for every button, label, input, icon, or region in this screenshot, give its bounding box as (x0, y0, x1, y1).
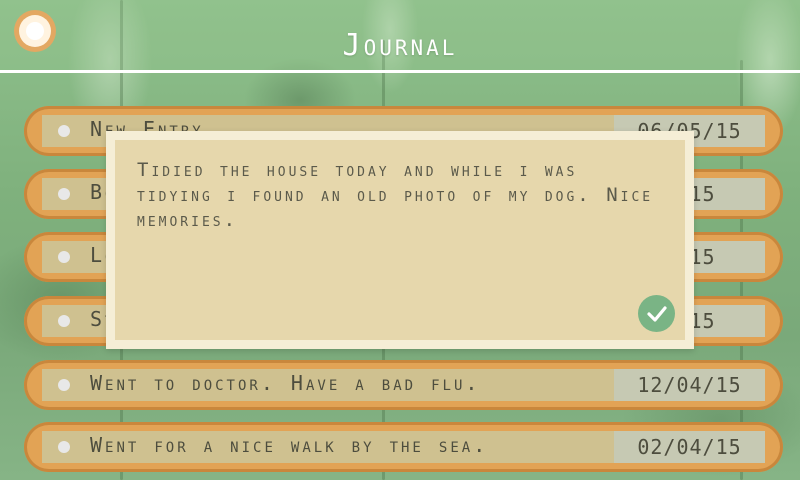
header-divider (0, 70, 800, 73)
entry-body-text: Tidied the house today and while i was t… (137, 159, 654, 231)
bullet-icon (58, 188, 70, 200)
bullet-icon (58, 441, 70, 453)
checkmark-icon (646, 305, 667, 322)
bullet-icon (58, 315, 70, 327)
entry-date: 12/04/15 (614, 369, 765, 401)
bullet-icon (58, 251, 70, 263)
bullet-icon (58, 379, 70, 391)
journal-entry[interactable]: Went for a nice walk by the sea. 02/04/1… (24, 422, 783, 472)
header-bar: Journal (0, 0, 800, 73)
entry-title: Went to doctor. Have a bad flu. (90, 371, 481, 395)
confirm-button[interactable] (638, 295, 675, 332)
journal-entry[interactable]: Went to doctor. Have a bad flu. 12/04/15 (24, 360, 783, 410)
entry-date: 02/04/15 (614, 431, 765, 463)
entry-dialog: Tidied the house today and while i was t… (106, 131, 694, 349)
bullet-icon (58, 125, 70, 137)
page-title: Journal (342, 28, 458, 63)
entry-title: Went for a nice walk by the sea. (90, 433, 489, 457)
